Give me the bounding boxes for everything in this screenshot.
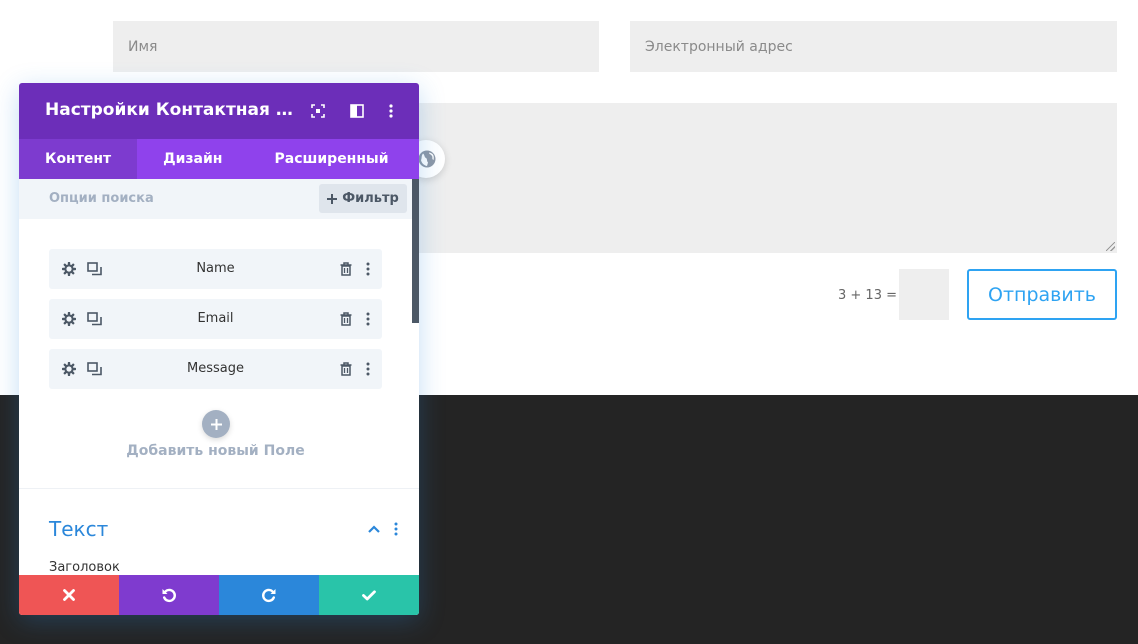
resize-grip-icon[interactable] [1106,242,1115,251]
field-row-label: Message [187,361,244,376]
name-input-placeholder: Имя [128,38,158,55]
add-field-button[interactable] [202,410,230,438]
plus-icon [210,418,222,430]
plus-icon [327,193,338,204]
module-settings-panel: Настройки Контактная ф... Контент Дизайн… [19,83,419,615]
undo-button[interactable] [119,575,219,615]
field-row-message[interactable]: Message [49,349,382,389]
panel-header[interactable]: Настройки Контактная ф... [19,83,419,139]
captcha-input[interactable] [899,269,949,320]
close-icon [63,589,75,601]
undo-icon [162,588,176,603]
chevron-up-icon[interactable] [366,521,382,537]
redo-button[interactable] [219,575,319,615]
field-row-email[interactable]: Email [49,299,382,339]
filter-button[interactable]: Фильтр [319,184,407,213]
more-vertical-icon[interactable] [360,361,376,377]
panel-scrollbar[interactable] [412,179,419,323]
email-input-placeholder: Электронный адрес [645,38,793,55]
trash-icon[interactable] [338,311,354,327]
filter-label: Фильтр [342,191,399,206]
panel-title: Настройки Контактная ф... [45,100,295,120]
globe-icon [418,150,436,168]
tab-content[interactable]: Контент [19,139,138,179]
save-button[interactable] [319,575,419,615]
redo-icon [262,588,276,603]
submit-button[interactable]: Отправить [967,269,1117,320]
expand-icon[interactable] [310,103,326,119]
tab-design[interactable]: Дизайн [137,139,248,179]
tab-advanced[interactable]: Расширенный [248,139,414,179]
name-input[interactable]: Имя [113,21,599,72]
more-vertical-icon[interactable] [360,311,376,327]
email-input[interactable]: Электронный адрес [630,21,1117,72]
add-field-label[interactable]: Добавить новый Поле [19,443,412,459]
check-icon [362,589,376,600]
panel-footer [19,575,419,615]
trash-icon[interactable] [338,361,354,377]
field-row-label: Email [197,311,234,326]
more-vertical-icon[interactable] [360,261,376,277]
more-vertical-icon[interactable] [383,103,399,119]
field-row-label: Name [196,261,235,276]
field-row-name[interactable]: Name [49,249,382,289]
section-title-text[interactable]: Текст [49,517,108,541]
options-search-bar: Опции поиска Фильтр [19,179,419,219]
split-view-icon[interactable] [349,103,365,119]
trash-icon[interactable] [338,261,354,277]
heading-field-label: Заголовок [49,560,120,575]
search-options-input[interactable]: Опции поиска [49,191,154,206]
cancel-button[interactable] [19,575,119,615]
captcha-question: 3 + 13 = [838,288,897,303]
more-vertical-icon[interactable] [390,521,402,537]
panel-tabs: Контент Дизайн Расширенный [19,139,419,179]
section-divider [19,488,419,489]
